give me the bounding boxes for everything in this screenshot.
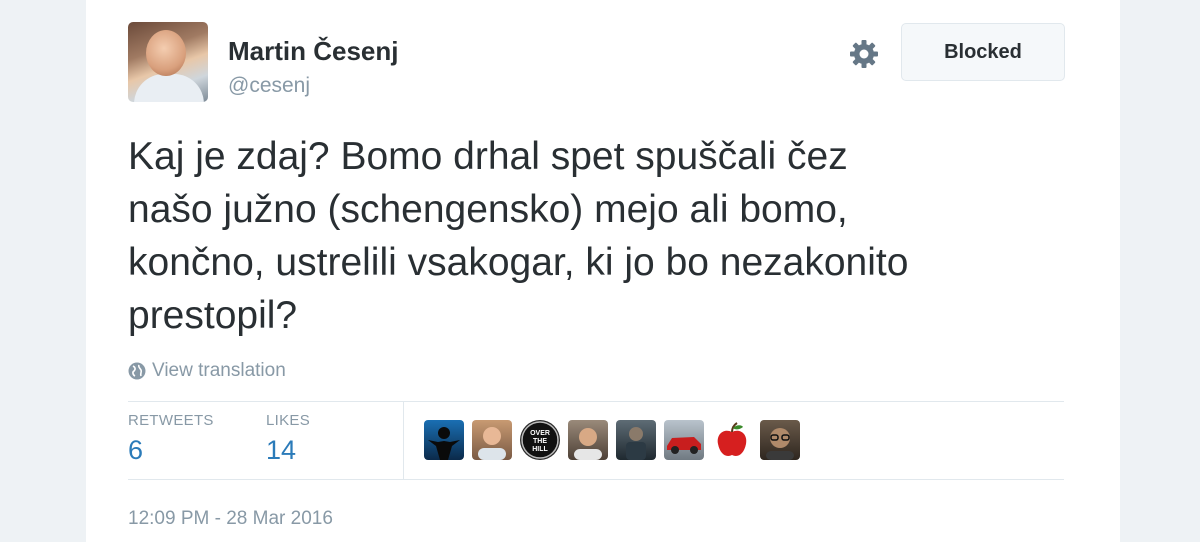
tweet-line: Kaj je zdaj? Bomo drhal spet spuščali če…: [128, 135, 848, 178]
tweet-line: končno, ustrelili vsakogar, ki jo bo nez…: [128, 241, 909, 284]
likes-label: LIKES: [266, 412, 311, 429]
author-name[interactable]: Martin Česenj: [228, 36, 399, 67]
liker-avatar-person[interactable]: [616, 420, 656, 460]
gear-icon[interactable]: [848, 38, 880, 70]
globe-icon: [128, 362, 146, 380]
tweet-line: prestopil?: [128, 294, 298, 337]
tweet-card: Martin Česenj @cesenj Blocked Kaj je zda…: [86, 0, 1120, 542]
retweets-count: 6: [128, 435, 144, 465]
liker-avatar-silhouette[interactable]: [424, 420, 464, 460]
author-avatar[interactable]: [128, 22, 208, 102]
liker-avatar-apple[interactable]: [712, 420, 752, 460]
divider-bottom: [128, 479, 1064, 480]
liker-avatar-man-2[interactable]: [568, 420, 608, 460]
stats-separator: [403, 402, 404, 479]
avatar-shirt: [134, 74, 204, 102]
author-handle[interactable]: @cesenj: [228, 74, 310, 98]
svg-text:THE: THE: [533, 438, 547, 445]
likers-list: OVER THE HILL: [424, 420, 800, 460]
svg-text:HILL: HILL: [532, 446, 548, 453]
avatar-face: [146, 30, 186, 76]
blocked-button[interactable]: Blocked: [901, 23, 1065, 81]
tweet-line: našo južno (schengensko) mejo ali bomo,: [128, 188, 848, 231]
likes-stat[interactable]: LIKES 14: [266, 412, 310, 466]
liker-avatar-man[interactable]: [472, 420, 512, 460]
liker-avatar-red-car[interactable]: [664, 420, 704, 460]
liker-avatar-man-glasses[interactable]: [760, 420, 800, 460]
divider-top: [128, 401, 1064, 402]
tweet-timestamp[interactable]: 12:09 PM - 28 Mar 2016: [128, 508, 333, 530]
svg-text:OVER: OVER: [530, 430, 550, 437]
tweet-text: Kaj je zdaj? Bomo drhal spet spuščali če…: [128, 130, 1088, 342]
view-translation-label: View translation: [152, 360, 286, 381]
likes-count: 14: [266, 435, 297, 465]
retweets-stat[interactable]: RETWEETS 6: [128, 412, 214, 466]
liker-avatar-over-the-hill[interactable]: OVER THE HILL: [520, 420, 560, 460]
view-translation-link[interactable]: View translation: [128, 360, 286, 382]
retweets-label: RETWEETS: [128, 412, 214, 429]
